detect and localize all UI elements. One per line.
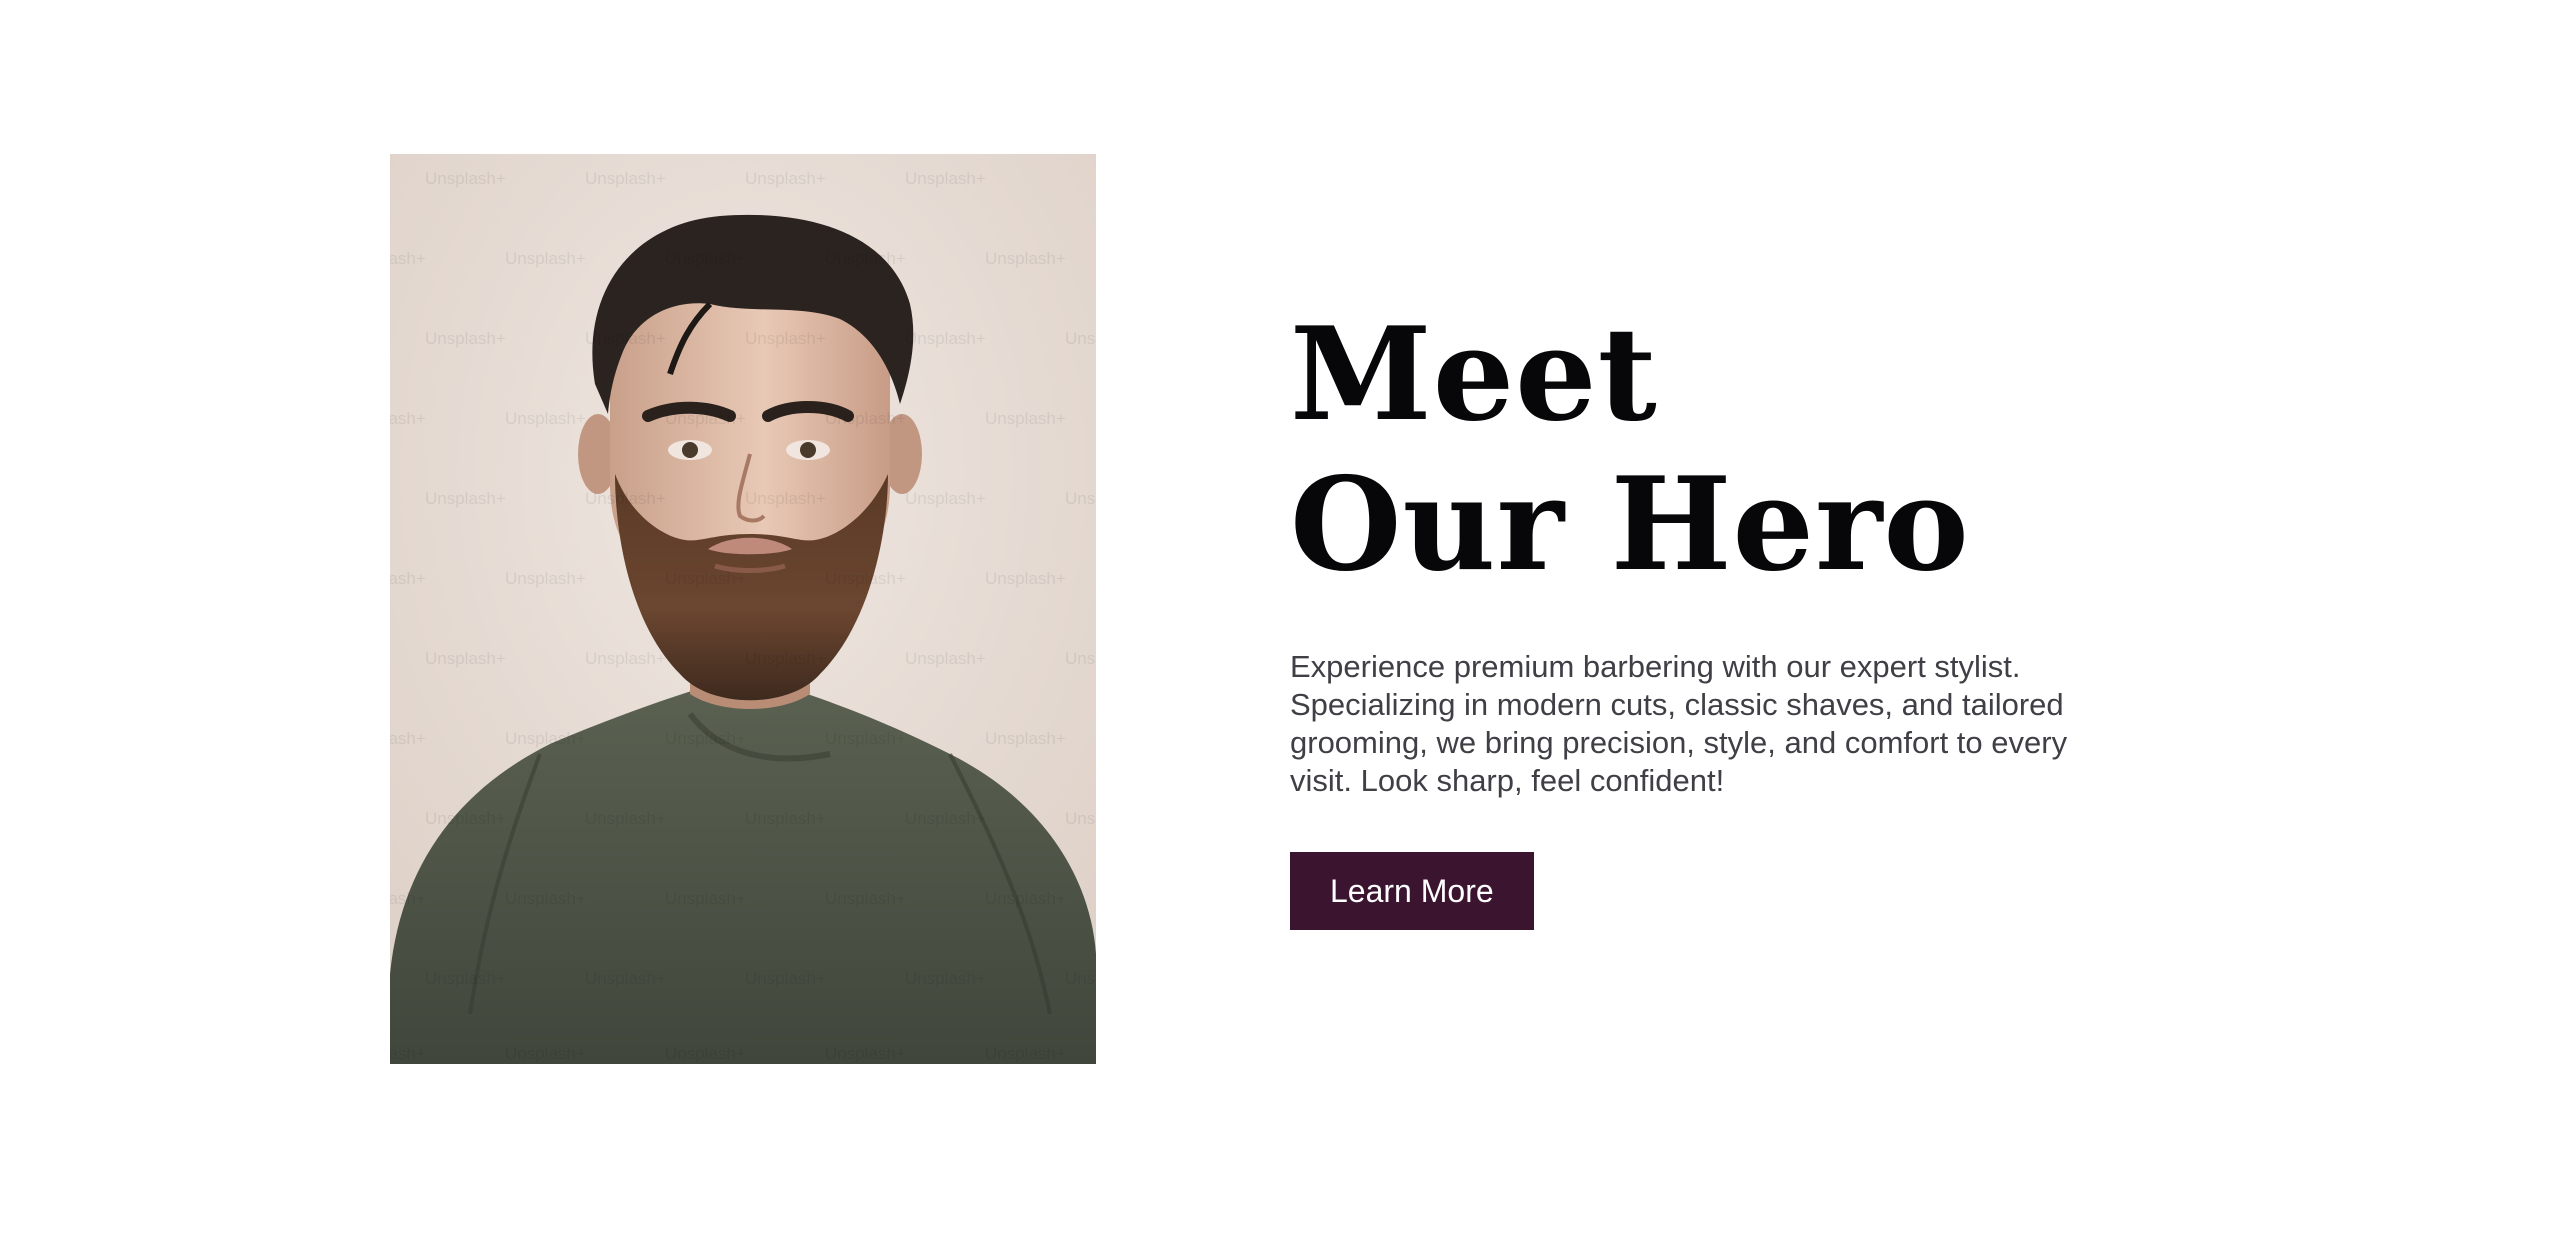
svg-text:Unsplash+: Unsplash+ [425,489,506,508]
svg-text:Unsplash+: Unsplash+ [390,889,426,908]
svg-text:Unsplash+: Unsplash+ [390,569,426,588]
svg-text:Unsplash+: Unsplash+ [390,409,426,428]
svg-text:Unsplash+: Unsplash+ [905,169,986,188]
svg-text:Unsplash+: Unsplash+ [425,329,506,348]
svg-text:Unsplash+: Unsplash+ [390,729,426,748]
svg-text:Unsplash+: Unsplash+ [905,809,986,828]
svg-text:Unsplash+: Unsplash+ [825,729,906,748]
svg-text:Unsplash+: Unsplash+ [585,169,666,188]
svg-text:Unsplash+: Unsplash+ [585,489,666,508]
hero-title: Meet Our Hero [1290,300,2190,600]
svg-text:Unsplash+: Unsplash+ [425,649,506,668]
svg-text:Unsplash+: Unsplash+ [745,329,826,348]
svg-text:Unsplash+: Unsplash+ [825,1044,906,1063]
svg-text:Unsplash+: Unsplash+ [505,729,586,748]
hero-title-line-1: Meet [1290,300,1658,450]
hero-section: Unsplash+ Unsplash+ Unsplash+ Unsplash+ Uns… [0,0,2568,1243]
svg-text:Unsplash+: Unsplash+ [1065,969,1096,988]
svg-text:Unsplash+: Unsplash+ [1065,649,1096,668]
svg-text:Unsplash+: Unsplash+ [985,249,1066,268]
svg-text:Unsplash+: Unsplash+ [585,809,666,828]
hero-photo: Unsplash+ Unsplash+ Unsplash+ Unsplash+ Uns… [390,154,1096,1064]
svg-text:Unsplash+: Unsplash+ [390,1044,426,1063]
svg-text:Unsplash+: Unsplash+ [425,969,506,988]
svg-text:Unsplash+: Unsplash+ [745,489,826,508]
svg-text:Unsplash+: Unsplash+ [825,249,906,268]
learn-more-button[interactable]: Learn More [1290,852,1534,930]
svg-text:Unsplash+: Unsplash+ [665,249,746,268]
svg-text:Unsplash+: Unsplash+ [905,969,986,988]
svg-text:Unsplash+: Unsplash+ [1065,809,1096,828]
svg-text:Unsplash+: Unsplash+ [585,329,666,348]
svg-text:Unsplash+: Unsplash+ [665,569,746,588]
svg-text:Unsplash+: Unsplash+ [665,1044,746,1063]
svg-text:Unsplash+: Unsplash+ [745,649,826,668]
svg-text:Unsplash+: Unsplash+ [665,729,746,748]
svg-text:Unsplash+: Unsplash+ [425,809,506,828]
svg-text:Unsplash+: Unsplash+ [425,169,506,188]
svg-text:Unsplash+: Unsplash+ [825,889,906,908]
svg-text:Unsplash+: Unsplash+ [745,969,826,988]
svg-text:Unsplash+: Unsplash+ [985,1044,1066,1063]
svg-text:Unsplash+: Unsplash+ [505,889,586,908]
svg-text:Unsplash+: Unsplash+ [505,569,586,588]
svg-text:Unsplash+: Unsplash+ [665,889,746,908]
svg-text:Unsplash+: Unsplash+ [985,889,1066,908]
svg-text:Unsplash+: Unsplash+ [905,329,986,348]
svg-text:Unsplash+: Unsplash+ [985,569,1066,588]
svg-text:Unsplash+: Unsplash+ [665,409,746,428]
svg-text:Unsplash+: Unsplash+ [390,249,426,268]
hero-title-line-2: Our Hero [1290,450,1970,600]
portrait-illustration: Unsplash+ Unsplash+ Unsplash+ Unsplash+ Uns… [390,154,1096,1064]
svg-text:Unsplash+: Unsplash+ [985,409,1066,428]
svg-text:Unsplash+: Unsplash+ [985,729,1066,748]
svg-text:Unsplash+: Unsplash+ [1065,489,1096,508]
svg-text:Unsplash+: Unsplash+ [745,809,826,828]
svg-text:Unsplash+: Unsplash+ [505,409,586,428]
svg-text:Unsplash+: Unsplash+ [825,569,906,588]
svg-text:Unsplash+: Unsplash+ [1065,329,1096,348]
svg-text:Unsplash+: Unsplash+ [905,649,986,668]
svg-text:Unsplash+: Unsplash+ [505,249,586,268]
svg-text:Unsplash+: Unsplash+ [585,969,666,988]
svg-text:Unsplash+: Unsplash+ [505,1044,586,1063]
svg-text:Unsplash+: Unsplash+ [905,489,986,508]
hero-description: Experience premium barbering with our ex… [1290,649,2068,798]
hero-content: Meet Our Hero Experience premium barberi… [1290,300,2190,930]
svg-text:Unsplash+: Unsplash+ [825,409,906,428]
svg-text:Unsplash+: Unsplash+ [585,649,666,668]
svg-text:Unsplash+: Unsplash+ [745,169,826,188]
